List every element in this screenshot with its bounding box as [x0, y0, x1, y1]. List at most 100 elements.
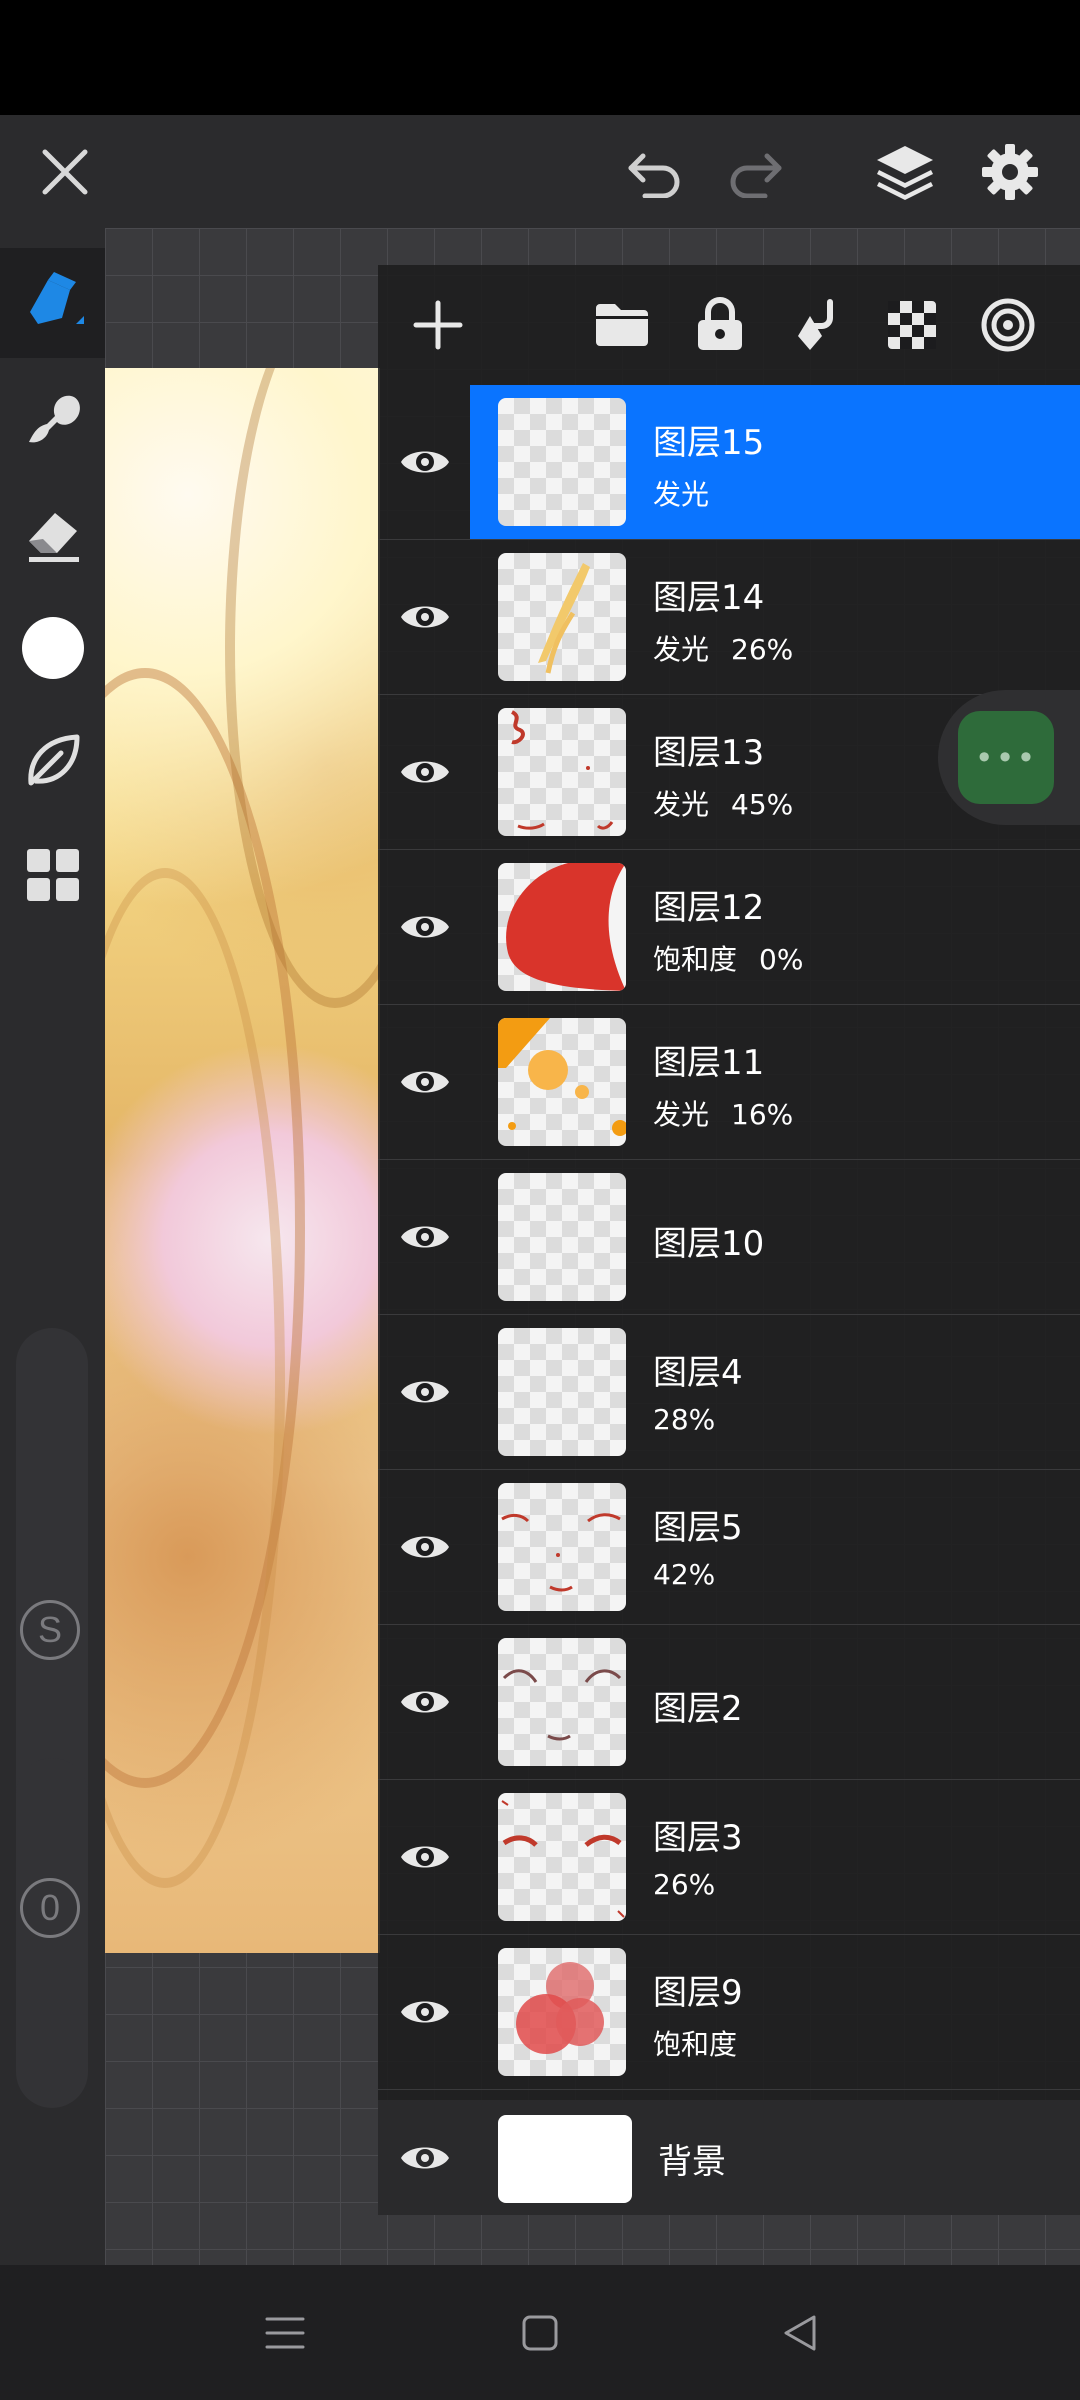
status-bar: [0, 0, 1080, 115]
thumbnail-art: [538, 563, 590, 674]
layer-thumbnail: [498, 1173, 626, 1301]
eye-icon: [401, 1226, 449, 1248]
layer-row[interactable]: 图层3 26%: [378, 1780, 1080, 1935]
visibility-toggle[interactable]: [398, 2132, 452, 2184]
layer-blend-mode: 饱和度: [653, 2028, 738, 2061]
layers-icon: [877, 145, 933, 200]
visibility-toggle[interactable]: [398, 746, 452, 798]
thumbnail-art: [506, 863, 626, 991]
visibility-toggle[interactable]: [398, 591, 452, 643]
layer-name: 图层15: [653, 423, 765, 463]
layer-folder-button[interactable]: [582, 285, 662, 365]
layer-row[interactable]: 图层2: [378, 1625, 1080, 1780]
menu-icon: [265, 2317, 305, 2348]
eye-icon: [401, 606, 449, 628]
visibility-toggle[interactable]: [398, 1831, 452, 1883]
eye-icon: [401, 1691, 449, 1713]
close-button[interactable]: [20, 115, 110, 228]
layer-thumbnail: [498, 863, 626, 991]
lock-layer-button[interactable]: [680, 285, 760, 365]
home-button[interactable]: [480, 2265, 600, 2400]
layer-name: 图层11: [653, 1043, 765, 1083]
brush-opacity-label: 0: [20, 1878, 80, 1938]
layer-row[interactable]: 图层14 发光 26%: [378, 540, 1080, 695]
visibility-toggle[interactable]: [398, 1521, 452, 1573]
layer-list: 图层15 发光 图层14 发光 26% 图层13 发光 45% 图层12 饱和度…: [378, 385, 1080, 2090]
layer-thumbnail: [498, 553, 626, 681]
layer-blend: 饱和度: [653, 943, 738, 976]
drawing-canvas[interactable]: [105, 368, 380, 1953]
visibility-toggle[interactable]: [398, 436, 452, 488]
layer-row[interactable]: 图层4 28%: [378, 1315, 1080, 1470]
visibility-toggle[interactable]: [398, 1211, 452, 1263]
add-layer-button[interactable]: [398, 285, 478, 365]
recent-apps-button[interactable]: [225, 2265, 345, 2400]
floating-bubble: •••: [938, 690, 1080, 825]
visibility-toggle[interactable]: [398, 1986, 452, 2038]
visibility-toggle[interactable]: [398, 1366, 452, 1418]
back-button[interactable]: [740, 2265, 860, 2400]
eraser-icon: [28, 513, 79, 562]
blend-mode-button[interactable]: [968, 285, 1048, 365]
eye-icon: [401, 761, 449, 783]
layer-blend-mode: 发光 45%: [653, 783, 793, 823]
layer-thumbnail: [498, 1948, 626, 2076]
layer-opacity: 42%: [653, 1558, 716, 1591]
menu-grid-button[interactable]: [0, 820, 105, 930]
eraser-tool-button[interactable]: [0, 478, 105, 588]
brush-library-button[interactable]: [0, 706, 105, 816]
background-layer-row[interactable]: 背景: [378, 2100, 1080, 2215]
eye-icon: [401, 1071, 449, 1093]
more-options-button[interactable]: •••: [958, 711, 1054, 804]
layer-name: 图层10: [653, 1224, 765, 1264]
transparency-button[interactable]: [872, 285, 952, 365]
layer-row[interactable]: 图层15 发光: [378, 385, 1080, 540]
layer-opacity: 16%: [731, 1098, 794, 1131]
layer-name: 图层14: [653, 578, 765, 618]
gear-icon: [982, 143, 1038, 200]
settings-button[interactable]: [965, 115, 1055, 228]
color-swatch: [21, 617, 84, 679]
blend-icon: [981, 298, 1035, 352]
layer-row[interactable]: 图层12 饱和度 0%: [378, 850, 1080, 1005]
thumbnail-art: [498, 1018, 626, 1136]
tool-sidebar: S 0: [0, 228, 105, 2265]
eye-icon: [401, 1381, 449, 1403]
layer-row[interactable]: 图层11 发光 16%: [378, 1005, 1080, 1160]
merge-down-icon: [798, 299, 833, 350]
eye-icon: [401, 451, 449, 473]
redo-button[interactable]: [710, 115, 800, 228]
color-picker-button[interactable]: [0, 593, 105, 703]
visibility-toggle[interactable]: [398, 1676, 452, 1728]
grid-icon: [26, 849, 79, 901]
visibility-toggle[interactable]: [398, 1056, 452, 1108]
add-layer-icon: [413, 300, 463, 350]
layer-row[interactable]: 图层10: [378, 1160, 1080, 1315]
background-color-thumbnail[interactable]: [498, 2115, 632, 2203]
top-toolbar: [0, 115, 1080, 228]
merge-down-button[interactable]: [776, 285, 856, 365]
layers-button[interactable]: [860, 115, 950, 228]
thumbnail-art: [516, 1962, 604, 2054]
layer-row[interactable]: 图层5 42%: [378, 1470, 1080, 1625]
layer-thumbnail: [498, 1793, 626, 1921]
layer-blend-mode: 发光: [653, 473, 731, 513]
layer-blend-mode: 发光 26%: [653, 628, 793, 668]
visibility-toggle[interactable]: [398, 901, 452, 953]
eye-icon: [401, 2001, 449, 2023]
layer-blend-mode: 饱和度 0%: [653, 938, 803, 978]
layer-thumbnail: [498, 1018, 626, 1146]
layer-name: 图层5: [653, 1508, 743, 1548]
undo-button[interactable]: [610, 115, 700, 228]
pen-icon: [29, 272, 84, 324]
layer-row[interactable]: 图层9 饱和度: [378, 1935, 1080, 2090]
eye-icon: [401, 1846, 449, 1868]
pen-tool-button[interactable]: [0, 248, 105, 358]
smudge-tool-button[interactable]: [0, 363, 105, 473]
transparency-icon: [888, 301, 936, 349]
layer-name: 图层4: [653, 1353, 743, 1393]
thumbnail-art: [501, 1800, 625, 1918]
layer-thumbnail: [498, 398, 626, 526]
layer-name: 图层12: [653, 888, 765, 928]
layer-opacity: 26%: [653, 1868, 716, 1901]
